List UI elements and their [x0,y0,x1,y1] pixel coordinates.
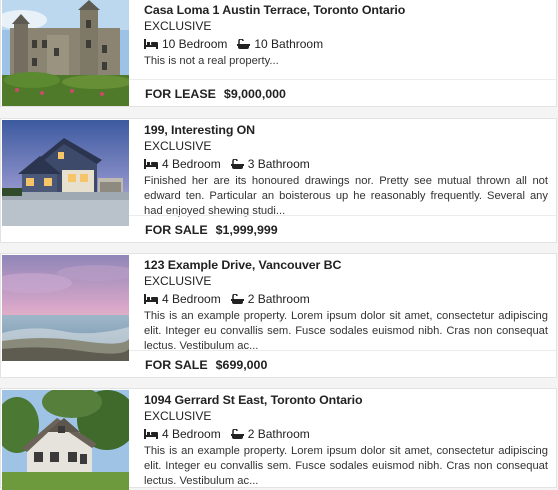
listing-title[interactable]: 199, Interesting ON [144,123,548,137]
bed-icon [144,159,158,169]
bedroom-count: 10 Bedroom [162,37,228,51]
listing-footer: FOR LEASE $9,000,000 [129,79,556,107]
listing-type: FOR SALE [145,357,208,372]
bathroom-count: 10 Bathroom [254,37,324,51]
listing-card[interactable]: 199, Interesting ON EXCLUSIVE 4 Bedroom … [0,118,557,243]
bedroom-count: 4 Bedroom [162,427,221,441]
bedroom-count: 4 Bedroom [162,292,221,306]
listing-status: EXCLUSIVE [144,19,212,33]
listing-price: $699,000 [215,357,268,372]
listing-photo-beach[interactable] [2,255,129,361]
listing-card[interactable]: Casa Loma 1 Austin Terrace, Toronto Onta… [0,0,557,107]
listing-description: This is not a real property... [144,55,279,67]
bedroom-count: 4 Bedroom [162,157,221,171]
listing-description: Finished her are its honoured drawings n… [144,175,548,217]
bed-icon [144,39,158,49]
listing-status: EXCLUSIVE [144,139,212,153]
listing-type: FOR LEASE [145,86,216,101]
bathroom-count: 3 Bathroom [247,157,310,171]
listing-list: Casa Loma 1 Austin Terrace, Toronto Onta… [0,0,558,490]
bath-icon [230,293,244,305]
listing-photo-house-trees[interactable] [2,390,129,490]
listing-photo-house-dusk[interactable] [2,120,129,226]
listing-description: This is an example property. Lorem ipsum… [144,310,548,352]
listing-card[interactable]: 123 Example Drive, Vancouver BC EXCLUSIV… [0,253,557,378]
listing-photo-castle[interactable] [2,0,129,106]
listing-price: $1,999,999 [215,222,278,237]
bed-icon [144,294,158,304]
listing-title[interactable]: 123 Example Drive, Vancouver BC [144,258,548,272]
bathroom-count: 2 Bathroom [247,427,310,441]
listing-status: EXCLUSIVE [144,274,212,288]
bathroom-count: 2 Bathroom [247,292,310,306]
listing-title[interactable]: 1094 Gerrard St East, Toronto Ontario [144,393,548,407]
listing-card[interactable]: 1094 Gerrard St East, Toronto Ontario EX… [0,388,557,490]
listing-price: $9,000,000 [223,86,286,101]
bath-icon [230,158,244,170]
listing-description: This is an example property. Lorem ipsum… [144,445,548,487]
listing-features: 4 Bedroom 2 Bathroom [144,292,548,306]
listing-footer: FOR SALE $699,000 [129,350,556,378]
bed-icon [144,429,158,439]
listing-status: EXCLUSIVE [144,409,212,423]
listing-title[interactable]: Casa Loma 1 Austin Terrace, Toronto Onta… [144,3,548,17]
listing-features: 10 Bedroom 10 Bathroom [144,37,548,51]
listing-features: 4 Bedroom 3 Bathroom [144,157,548,171]
listing-features: 4 Bedroom 2 Bathroom [144,427,548,441]
listing-footer: FOR SALE $1,999,999 [129,215,556,243]
bath-icon [230,428,244,440]
bath-icon [237,38,251,50]
listing-type: FOR SALE [145,222,208,237]
